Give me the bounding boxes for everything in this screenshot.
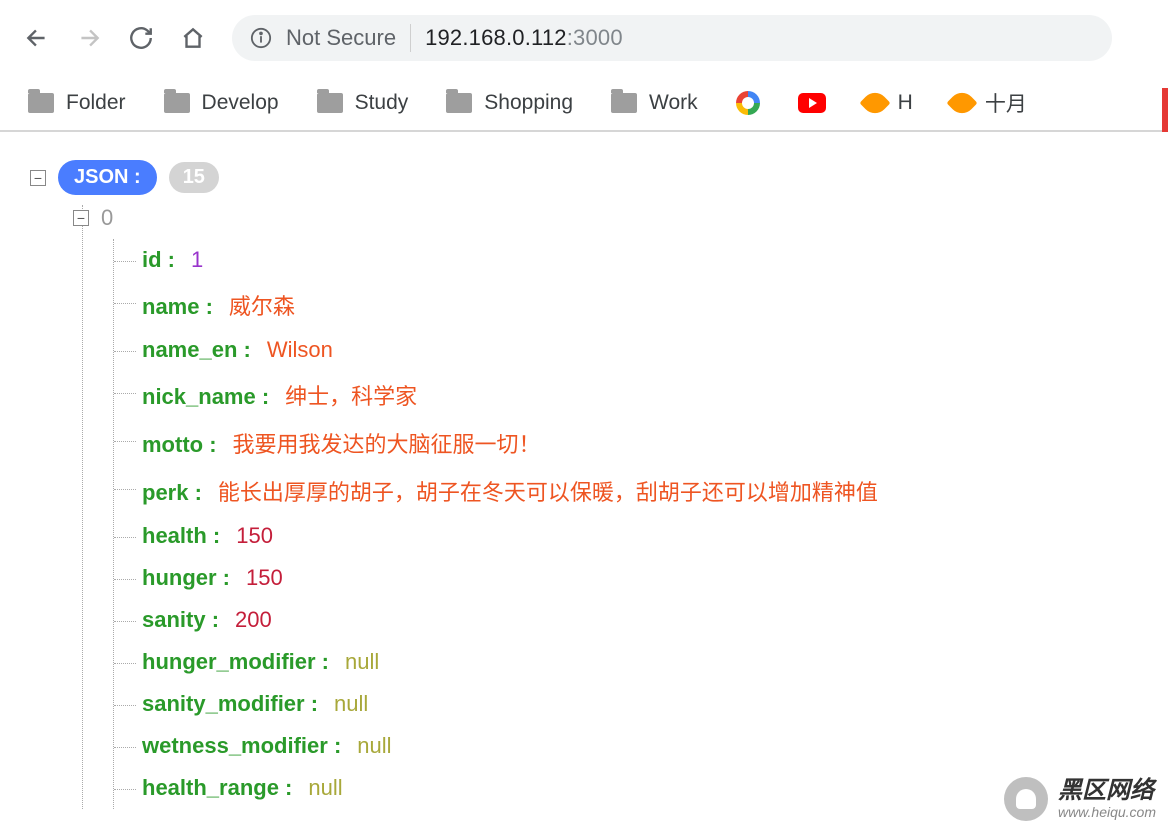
separator xyxy=(410,24,411,52)
leaf-icon xyxy=(946,87,977,118)
folder-icon xyxy=(446,93,472,113)
json-field-row: hunger : 150 xyxy=(142,557,1138,599)
json-key: name : xyxy=(142,294,213,320)
json-field-row: id : 1 xyxy=(142,239,1138,281)
json-field-row: health_range : null xyxy=(142,767,1138,809)
json-field-row: wetness_modifier : null xyxy=(142,725,1138,767)
json-key: health : xyxy=(142,523,220,549)
json-value: Wilson xyxy=(267,337,333,363)
watermark-title: 黑区网络 xyxy=(1058,778,1156,804)
bookmarks-bar: Folder Develop Study Shopping Work H 十月 xyxy=(0,76,1168,132)
json-key: id : xyxy=(142,247,175,273)
page-content: − JSON : 15 − 0 id : 1 name : 威尔森 name_en : W… xyxy=(0,132,1168,837)
json-key: sanity_modifier : xyxy=(142,691,318,717)
json-value: null xyxy=(308,775,342,801)
json-value: null xyxy=(357,733,391,759)
json-field-row: name_en : Wilson xyxy=(142,329,1138,371)
bookmark-folder[interactable]: Folder xyxy=(28,91,126,115)
back-button[interactable] xyxy=(24,25,50,51)
json-key: hunger_modifier : xyxy=(142,649,329,675)
tree-level-2: id : 1 name : 威尔森 name_en : Wilson nick_name :… xyxy=(113,239,1138,809)
bookmark-label: H xyxy=(898,91,913,115)
bookmark-label: Folder xyxy=(66,91,126,115)
json-field-row: perk : 能长出厚厚的胡子，胡子在冬天可以保暖，刮胡子还可以增加精神值 xyxy=(142,467,1138,515)
bookmark-youtube[interactable] xyxy=(798,93,826,113)
folder-icon xyxy=(611,93,637,113)
bookmark-shiyue[interactable]: 十月 xyxy=(951,88,1027,118)
bookmark-label: Shopping xyxy=(484,91,573,115)
json-value: 200 xyxy=(235,607,272,633)
json-value: 150 xyxy=(236,523,273,549)
json-field-row: sanity_modifier : null xyxy=(142,683,1138,725)
json-value: 150 xyxy=(246,565,283,591)
leaf-icon xyxy=(859,87,890,118)
index-label: 0 xyxy=(101,205,113,231)
json-badge: JSON : xyxy=(58,160,157,195)
json-key: motto : xyxy=(142,432,217,458)
json-field-row: name : 威尔森 xyxy=(142,281,1138,329)
json-field-row: hunger_modifier : null xyxy=(142,641,1138,683)
url-text: 192.168.0.112:3000 xyxy=(425,25,623,51)
json-key: nick_name : xyxy=(142,384,269,410)
bookmark-label: 十月 xyxy=(985,88,1027,118)
count-badge: 15 xyxy=(169,162,219,193)
tree-level-1: − 0 id :1name :威尔森name_en :Wilsonnick_na… xyxy=(82,205,1138,809)
bookmark-label: Develop xyxy=(202,91,279,115)
reload-button[interactable] xyxy=(128,25,154,51)
json-key: hunger : xyxy=(142,565,230,591)
bookmark-develop[interactable]: Develop xyxy=(164,91,279,115)
json-value: 威尔森 xyxy=(229,289,295,321)
info-icon xyxy=(250,27,272,49)
folder-icon xyxy=(164,93,190,113)
bookmark-label: Study xyxy=(355,91,409,115)
youtube-icon xyxy=(798,93,826,113)
home-button[interactable] xyxy=(180,25,206,51)
json-value: 绅士，科学家 xyxy=(285,379,417,411)
bookmark-work[interactable]: Work xyxy=(611,91,698,115)
json-field-row: health : 150 xyxy=(142,515,1138,557)
json-key: sanity : xyxy=(142,607,219,633)
watermark: 黑区网络 www.heiqu.com xyxy=(1004,777,1156,821)
bookmark-google[interactable] xyxy=(736,91,760,115)
not-secure-label: Not Secure xyxy=(286,25,396,51)
watermark-logo xyxy=(1004,777,1048,821)
json-value: null xyxy=(334,691,368,717)
bookmark-study[interactable]: Study xyxy=(317,91,409,115)
forward-button[interactable] xyxy=(76,25,102,51)
json-value: null xyxy=(345,649,379,675)
json-key: wetness_modifier : xyxy=(142,733,341,759)
json-field-row: sanity : 200 xyxy=(142,599,1138,641)
collapse-toggle[interactable]: − xyxy=(73,210,89,226)
folder-icon xyxy=(317,93,343,113)
json-field-row: motto : 我要用我发达的大脑征服一切！ xyxy=(142,419,1138,467)
json-key: perk : xyxy=(142,480,202,506)
address-bar[interactable]: Not Secure 192.168.0.112:3000 xyxy=(232,15,1112,61)
json-value: 能长出厚厚的胡子，胡子在冬天可以保暖，刮胡子还可以增加精神值 xyxy=(218,475,878,507)
red-edge-indicator xyxy=(1162,88,1168,132)
bookmark-h[interactable]: H xyxy=(864,91,913,115)
collapse-toggle[interactable]: − xyxy=(30,170,46,186)
url-port: :3000 xyxy=(567,25,623,50)
watermark-url: www.heiqu.com xyxy=(1058,805,1156,820)
json-field-row: nick_name : 绅士，科学家 xyxy=(142,371,1138,419)
bookmark-label: Work xyxy=(649,91,698,115)
google-icon xyxy=(736,91,760,115)
json-key: health_range : xyxy=(142,775,292,801)
array-item-header: − 0 xyxy=(73,205,1138,231)
json-key: name_en : xyxy=(142,337,251,363)
url-host: 192.168.0.112 xyxy=(425,25,567,50)
bookmark-shopping[interactable]: Shopping xyxy=(446,91,573,115)
json-value: 1 xyxy=(191,247,203,273)
json-value: 我要用我发达的大脑征服一切！ xyxy=(233,427,541,459)
json-root: − JSON : 15 xyxy=(30,160,1138,195)
folder-icon xyxy=(28,93,54,113)
browser-toolbar: Not Secure 192.168.0.112:3000 xyxy=(0,0,1168,76)
